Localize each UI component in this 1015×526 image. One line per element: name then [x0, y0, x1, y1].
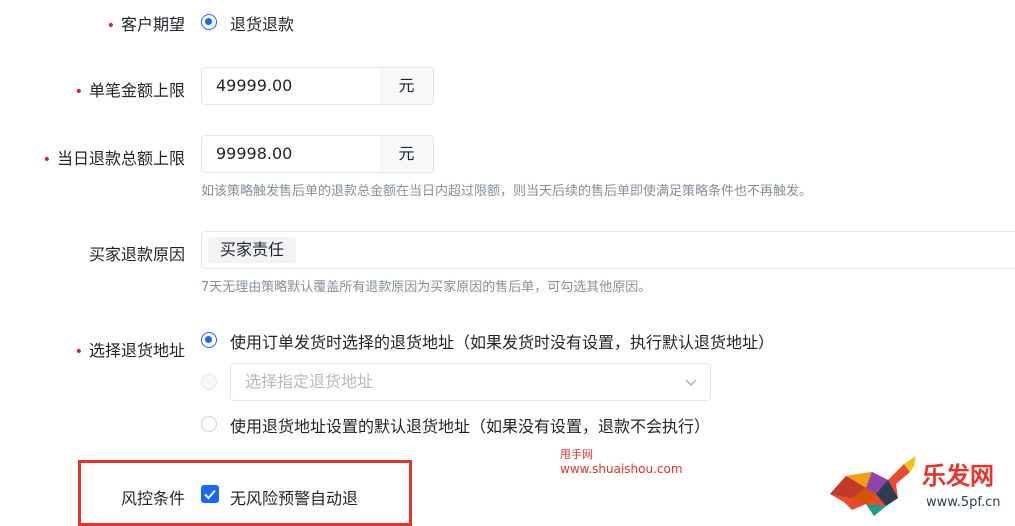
- risk-checkbox-label: 无风险预警自动退: [230, 489, 359, 508]
- svg-text:乐发网: 乐发网: [922, 462, 994, 490]
- refund-reason-tag[interactable]: 买家责任: [208, 237, 297, 263]
- single-limit-input[interactable]: 49999.00: [201, 67, 382, 105]
- svg-text:www.5pf.cn: www.5pf.cn: [926, 495, 1001, 510]
- expectation-radio[interactable]: [201, 14, 217, 30]
- refund-reason-label: 买家退款原因: [88, 245, 185, 264]
- single-limit-unit: 元: [380, 67, 434, 105]
- daily-limit-unit: 元: [380, 135, 434, 173]
- daily-limit-label: • 当日退款总额上限: [42, 149, 185, 168]
- return-address-label: • 选择退货地址: [74, 341, 185, 360]
- expectation-option-label: 退货退款: [230, 15, 295, 34]
- return-address-select-placeholder: 选择指定退货地址: [245, 372, 374, 391]
- return-address-select[interactable]: 选择指定退货地址: [230, 363, 711, 401]
- daily-limit-input[interactable]: 99998.00: [201, 135, 382, 173]
- bull-logo-icon: 乐发网 www.5pf.cn: [830, 456, 1001, 516]
- return-address-radio-order[interactable]: [201, 332, 217, 348]
- return-address-radio-default[interactable]: [201, 416, 217, 432]
- check-icon: [204, 489, 216, 500]
- single-limit-label: • 单笔金额上限: [74, 81, 185, 100]
- return-address-option-order: 使用订单发货时选择的退货地址（如果发货时没有设置，执行默认退货地址）: [230, 333, 775, 352]
- risk-checkbox[interactable]: [201, 485, 219, 503]
- required-marker: •: [74, 344, 83, 360]
- watermark-logo: 乐发网 www.5pf.cn: [826, 454, 1015, 522]
- required-marker: •: [106, 18, 115, 34]
- daily-limit-hint: 如该策略触发售后单的退款总金额在当日内超过限额，则当天后续的售后单即使满足策略条…: [201, 184, 813, 199]
- expectation-label: • 客户期望: [106, 15, 185, 34]
- required-marker: •: [74, 84, 83, 100]
- watermark-text: 甩手网: [560, 448, 593, 461]
- chevron-down-icon: [685, 379, 697, 387]
- return-address-radio-specified[interactable]: [201, 374, 217, 390]
- refund-reason-select[interactable]: 买家责任: [201, 231, 1015, 269]
- watermark-url: www.shuaishou.com: [560, 462, 683, 476]
- refund-reason-hint: 7天无理由策略默认覆盖所有退款原因为买家原因的售后单，可勾选其他原因。: [201, 280, 652, 295]
- risk-label: 风控条件: [120, 489, 185, 508]
- required-marker: •: [42, 152, 51, 168]
- return-address-option-default: 使用退货地址设置的默认退货地址（如果没有设置，退款不会执行）: [230, 417, 711, 436]
